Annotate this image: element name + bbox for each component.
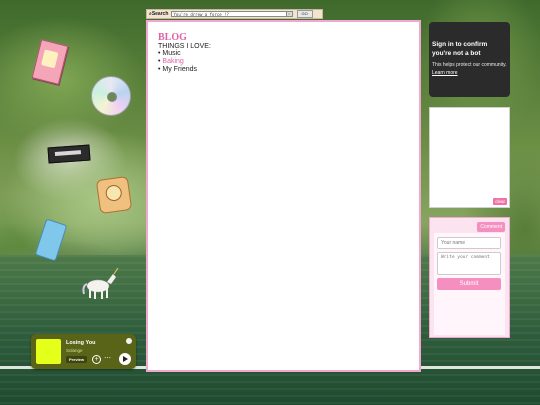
search-label-text: Search: [151, 11, 169, 17]
learn-more-link[interactable]: Learn more: [432, 70, 458, 76]
search-input[interactable]: You're drrew a force !? ▾: [170, 11, 293, 17]
play-button[interactable]: [119, 353, 131, 365]
list-item-baking[interactable]: • Baking: [158, 58, 197, 66]
cd-sticker[interactable]: [91, 76, 131, 116]
album-art[interactable]: [36, 339, 61, 364]
search-bar: ⌕Search You're drrew a force !? ▾ GO: [146, 9, 323, 19]
list-item-friends[interactable]: • My Friends: [158, 66, 197, 74]
add-icon[interactable]: +: [92, 355, 101, 364]
bot-check-panel: Sign in to confirm you're not a bot This…: [429, 22, 510, 97]
music-player: Losing You Solange Preview + ⋯: [31, 334, 136, 369]
blog-panel: BLOG THINGS I LOVE: • Music • Baking • M…: [146, 20, 421, 372]
clear-button[interactable]: clear: [493, 198, 507, 205]
unicorn-sticker[interactable]: [80, 268, 120, 302]
search-label: ⌕Search: [149, 11, 169, 17]
search-go-button[interactable]: GO: [296, 10, 313, 18]
bot-check-heading: Sign in to confirm you're not a bot: [432, 41, 488, 57]
blog-subtitle: THINGS I LOVE:: [158, 43, 211, 50]
more-icon[interactable]: ⋯: [104, 354, 111, 362]
love-list: • Music • Baking • My Friends: [158, 50, 197, 74]
spotify-icon[interactable]: [126, 338, 132, 344]
comment-button[interactable]: Comment: [477, 222, 505, 232]
name-field[interactable]: Your name: [437, 237, 501, 249]
search-input-value: You're drrew a force !?: [173, 12, 229, 17]
drawing-canvas[interactable]: clear: [429, 107, 510, 208]
dropdown-arrow-icon[interactable]: ▾: [285, 12, 292, 16]
blog-title: BLOG: [158, 32, 187, 43]
cassette-sticker[interactable]: [47, 144, 91, 164]
track-title[interactable]: Losing You: [66, 340, 95, 346]
track-artist[interactable]: Solange: [66, 348, 83, 353]
bot-check-text: This helps protect our community. Learn …: [432, 62, 507, 76]
cereal-sticker[interactable]: [95, 175, 133, 215]
list-item-music[interactable]: • Music: [158, 50, 197, 58]
comment-field[interactable]: Write your comment: [437, 252, 501, 275]
preview-badge: Preview: [66, 356, 88, 363]
submit-button[interactable]: Submit: [437, 278, 501, 290]
